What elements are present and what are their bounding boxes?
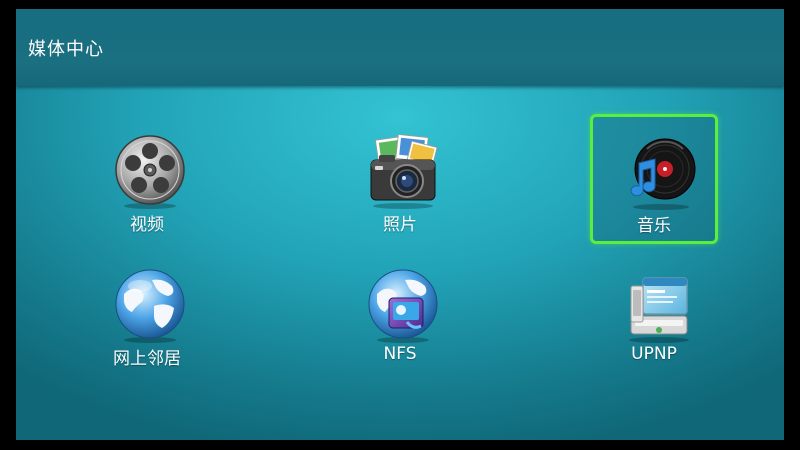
music-label: 音乐	[637, 216, 671, 236]
network-neighborhood-label: 网上邻居	[113, 349, 181, 369]
music-tile[interactable]: 音乐	[590, 114, 718, 244]
music-vinyl-icon	[630, 138, 696, 210]
globe-network-icon	[368, 269, 438, 343]
photo-label: 照片	[383, 215, 417, 235]
video-label: 视频	[130, 215, 164, 235]
nfs-label: NFS	[383, 344, 417, 364]
nfs-tile[interactable]: NFS	[336, 247, 464, 377]
photo-tile[interactable]: 照片	[336, 113, 464, 243]
upnp-device-icon	[629, 277, 689, 343]
upnp-tile[interactable]: UPNP	[590, 247, 718, 377]
page-title: 媒体中心	[28, 39, 104, 60]
network-neighborhood-tile[interactable]: 网上邻居	[83, 247, 211, 377]
media-center-screen: 媒体中心 视频 照片 音乐 网上邻居 NFS UPNP	[16, 9, 784, 440]
upnp-label: UPNP	[631, 344, 677, 364]
video-tile[interactable]: 视频	[83, 113, 211, 243]
film-reel-icon	[115, 135, 185, 209]
header-bar: 媒体中心	[16, 9, 784, 86]
globe-icon	[115, 269, 185, 343]
camera-photos-icon	[370, 134, 438, 209]
